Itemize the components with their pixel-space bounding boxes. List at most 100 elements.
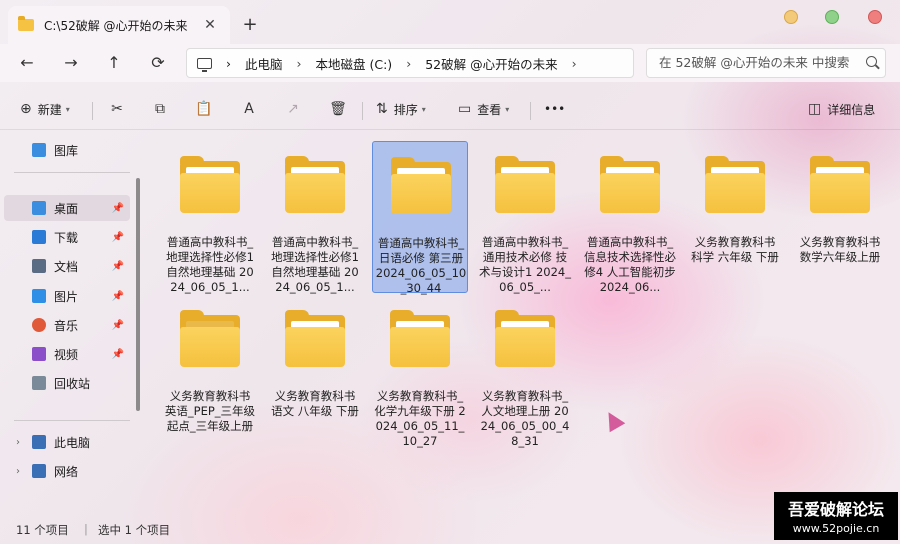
sidebar-item-pictures[interactable]: 图片 📌 — [4, 283, 130, 309]
divider — [530, 102, 531, 120]
close-window-button[interactable] — [868, 10, 882, 24]
folder-name: 义务教育教科书_化学九年级下册 2024_06_05_11_10_27 — [374, 389, 466, 448]
more-icon: ••• — [544, 102, 566, 116]
up-button[interactable]: ↑ — [103, 52, 125, 74]
sidebar-item-music[interactable]: 音乐 📌 — [4, 312, 130, 338]
folder-item[interactable]: 义务教育教科书 科学 六年级 下册 — [687, 141, 783, 293]
pin-icon[interactable]: 📌 — [112, 232, 124, 243]
download-icon — [32, 230, 46, 244]
mouse-cursor-icon — [600, 407, 626, 433]
sidebar-item-label: 音乐 — [54, 318, 79, 333]
sidebar-item-recycle-bin[interactable]: 回收站 — [4, 370, 130, 396]
folder-icon — [18, 16, 34, 31]
command-bar: ⊕ 新建 ▾ ✂ ⧉ 📋 A ↗ 🗑 ⇅ 排序 ▾ ▭ 查看 ▾ ••• ◫ 详… — [0, 88, 900, 130]
chevron-right-icon[interactable]: › — [16, 437, 20, 448]
folder-item[interactable]: 普通高中教科书_地理选择性必修1 自然地理基础 2024_06_05_1... — [162, 141, 258, 294]
sidebar-item-downloads[interactable]: 下载 📌 — [4, 224, 130, 250]
sidebar-item-label: 视频 — [54, 347, 79, 362]
sidebar-item-label: 文档 — [54, 259, 79, 274]
item-count: 11 个项目 — [16, 523, 69, 537]
maximize-button[interactable] — [825, 10, 839, 24]
pin-icon[interactable]: 📌 — [112, 320, 124, 331]
folder-item[interactable]: 义务教育教科书 数学六年级上册 — [792, 141, 888, 293]
folder-icon — [390, 310, 450, 367]
refresh-button[interactable]: ⟳ — [147, 52, 169, 74]
new-button-label: 新建 — [37, 102, 62, 117]
tab-current-folder[interactable]: C:\52破解 @心开始の未来 ✕ — [8, 6, 230, 44]
details-pane-icon: ◫ — [808, 101, 822, 117]
cut-icon[interactable]: ✂ — [106, 98, 128, 120]
search-input[interactable]: 在 52破解 @心开始の未来 中搜索 — [646, 48, 886, 78]
selected-count: 选中 1 个项目 — [98, 523, 171, 537]
paste-icon[interactable]: 📋 — [193, 98, 215, 120]
chevron-down-icon: ▾ — [421, 104, 426, 114]
folder-item[interactable]: 义务教育教科书 语文 八年级 下册 — [267, 295, 363, 447]
breadcrumb-sep[interactable]: › — [572, 56, 577, 71]
folder-item[interactable]: 普通高中教科书_通用技术必修 技术与设计1 2024_06_05_... — [477, 141, 573, 294]
rename-icon[interactable]: A — [238, 98, 260, 120]
breadcrumb-local-disk[interactable]: 本地磁盘 (C:) — [316, 54, 393, 73]
new-button[interactable]: ⊕ 新建 ▾ — [20, 98, 70, 120]
sort-button[interactable]: ⇅ 排序 ▾ — [376, 98, 426, 120]
folder-item[interactable]: 义务教育教科书 英语_PEP_三年级起点_三年级上册 — [162, 295, 258, 447]
delete-icon[interactable]: 🗑 — [327, 98, 349, 120]
network-icon — [32, 464, 46, 478]
minimize-button[interactable] — [784, 10, 798, 24]
address-bar-row: ← → ↑ ⟳ › 此电脑 › 本地磁盘 (C:) › 52破解 @心开始の未来… — [0, 44, 900, 82]
breadcrumb-sep[interactable]: › — [297, 56, 302, 71]
sidebar-scrollbar[interactable] — [136, 178, 140, 411]
sidebar-item-this-pc[interactable]: › 此电脑 — [4, 429, 130, 455]
copy-icon[interactable]: ⧉ — [149, 98, 171, 120]
divider — [92, 102, 93, 120]
pin-icon[interactable]: 📌 — [112, 291, 124, 302]
breadcrumb-this-pc[interactable]: 此电脑 — [245, 54, 283, 73]
sidebar-item-gallery[interactable]: 图库 — [4, 137, 130, 163]
folder-icon — [705, 156, 765, 213]
back-button[interactable]: ← — [16, 52, 38, 74]
folder-item[interactable]: 普通高中教科书_地理选择性必修1 自然地理基础 2024_06_05_1... — [267, 141, 363, 294]
details-pane-button[interactable]: ◫ 详细信息 — [808, 98, 875, 120]
divider — [362, 102, 363, 120]
tab-title: C:\52破解 @心开始の未来 — [44, 18, 188, 33]
share-icon[interactable]: ↗ — [282, 98, 304, 120]
folder-icon — [180, 310, 240, 367]
pin-icon[interactable]: 📌 — [112, 261, 124, 272]
sidebar-item-desktop[interactable]: 桌面 📌 — [4, 195, 130, 221]
folder-icon — [285, 156, 345, 213]
recycle-bin-icon — [32, 376, 46, 390]
breadcrumb[interactable]: › 此电脑 › 本地磁盘 (C:) › 52破解 @心开始の未来 › — [186, 48, 634, 78]
folder-icon — [495, 156, 555, 213]
sidebar-item-label: 图库 — [54, 143, 79, 158]
view-button[interactable]: ▭ 查看 ▾ — [458, 98, 509, 120]
pin-icon[interactable]: 📌 — [112, 203, 124, 214]
file-list: 普通高中教科书_地理选择性必修1 自然地理基础 2024_06_05_1... … — [152, 131, 900, 511]
file-explorer-window: C:\52破解 @心开始の未来 ✕ + ← → ↑ ⟳ › 此电脑 › 本地磁盘… — [0, 0, 900, 544]
pin-icon[interactable]: 📌 — [112, 349, 124, 360]
search-placeholder: 在 52破解 @心开始の未来 中搜索 — [659, 55, 850, 70]
folder-item[interactable]: 普通高中教科书_日语必修 第三册 2024_06_05_10_30_44 — [372, 141, 468, 295]
folder-item[interactable]: 义务教育教科书_化学九年级下册 2024_06_05_11_10_27 — [372, 295, 468, 448]
breadcrumb-sep[interactable]: › — [226, 56, 231, 71]
sidebar-item-network[interactable]: › 网络 — [4, 458, 130, 484]
folder-icon — [285, 310, 345, 367]
watermark-line2: www.52pojie.cn — [792, 522, 880, 535]
chevron-down-icon: ▾ — [505, 104, 510, 114]
status-bar: 11 个项目 | 选中 1 个项目 — [0, 516, 900, 544]
sidebar-item-documents[interactable]: 文档 📌 — [4, 253, 130, 279]
chevron-right-icon[interactable]: › — [16, 466, 20, 477]
folder-item[interactable]: 普通高中教科书_信息技术选择性必修4 人工智能初步 2024_06... — [582, 141, 678, 294]
folder-item[interactable]: 义务教育教科书_人文地理上册 2024_06_05_00_48_31 — [477, 295, 573, 448]
breadcrumb-current-folder[interactable]: 52破解 @心开始の未来 — [425, 54, 557, 73]
folder-icon — [391, 157, 451, 214]
search-icon — [866, 56, 877, 67]
sidebar-item-videos[interactable]: 视频 📌 — [4, 341, 130, 367]
breadcrumb-sep[interactable]: › — [406, 56, 411, 71]
more-options-button[interactable]: ••• — [544, 98, 565, 120]
chevron-down-icon: ▾ — [65, 104, 70, 114]
video-icon — [32, 347, 46, 361]
close-icon[interactable]: ✕ — [200, 17, 220, 33]
folder-icon — [180, 156, 240, 213]
forward-button[interactable]: → — [60, 52, 82, 74]
document-icon — [32, 259, 46, 273]
new-tab-button[interactable]: + — [240, 14, 260, 35]
